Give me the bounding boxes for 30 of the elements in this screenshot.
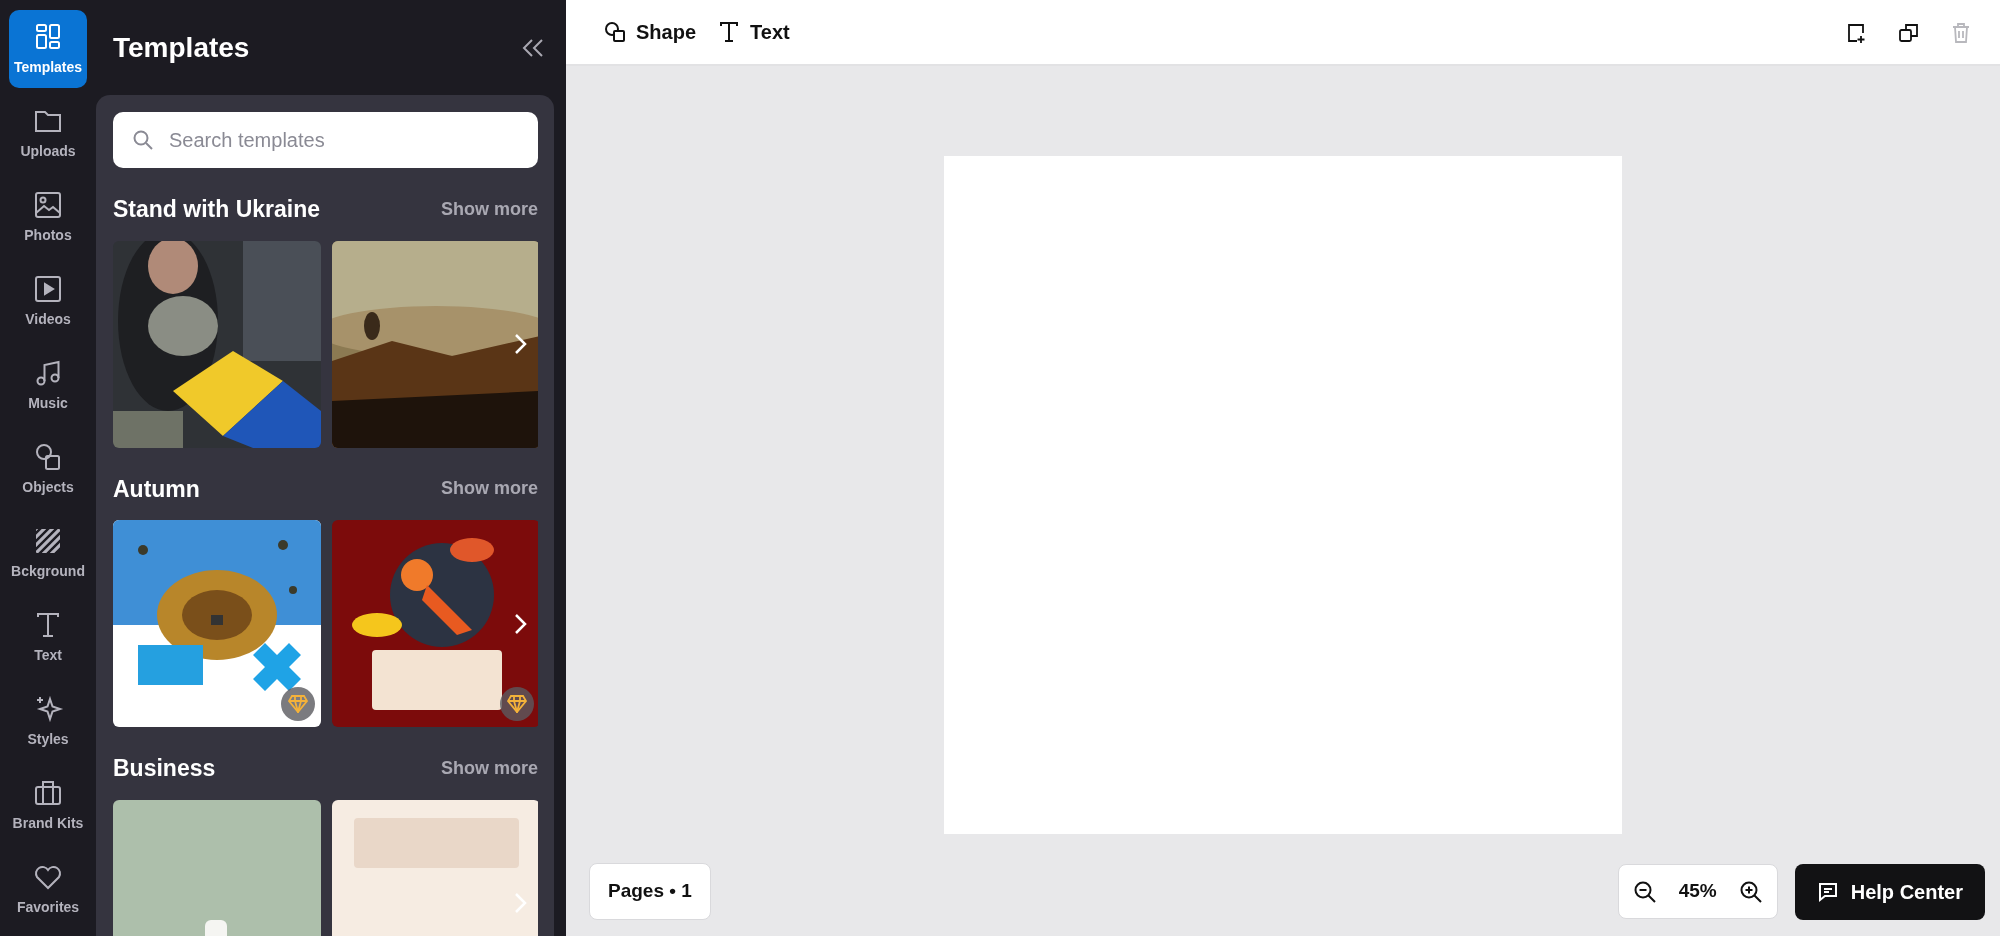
sidebar-tab[interactable]: Templates: [9, 10, 87, 88]
sidebar-tab[interactable]: Favorites: [9, 850, 87, 928]
show-more-link[interactable]: Show more: [441, 754, 538, 782]
search-icon: [133, 130, 153, 150]
help-center-button[interactable]: Help Center: [1794, 863, 1985, 920]
sidebar-tab[interactable]: Uploads: [9, 94, 87, 172]
text-icon: [718, 21, 741, 43]
sidebar-tab[interactable]: Bckground: [9, 514, 87, 592]
show-more-link[interactable]: Show more: [441, 475, 538, 503]
section-title: Business: [113, 754, 216, 783]
sidebar-tab[interactable]: Objects: [9, 430, 87, 508]
sidebar-tab[interactable]: Music: [9, 346, 87, 424]
sidebar-tab[interactable]: Brand Kits: [9, 766, 87, 844]
section-title: Autumn: [113, 474, 200, 504]
sidebar-tab[interactable]: Videos: [9, 262, 87, 340]
shapes-icon: [604, 21, 626, 43]
chat-icon: [1816, 880, 1839, 903]
pages-button[interactable]: Pages • 1: [589, 863, 711, 920]
zoom-level: 45%: [1678, 879, 1717, 904]
shape-button[interactable]: Shape: [604, 13, 697, 51]
show-more-link[interactable]: Show more: [441, 195, 538, 223]
sidebar-tab[interactable]: Styles: [9, 682, 87, 760]
zoom-in-icon[interactable]: [1738, 879, 1763, 904]
text-button[interactable]: Text: [718, 13, 790, 51]
section-title: Stand with Ukraine: [113, 195, 321, 224]
sidebar-tab[interactable]: Photos: [9, 178, 87, 256]
zoom-out-icon[interactable]: [1632, 879, 1657, 904]
sidebar-tab[interactable]: Text: [9, 598, 87, 676]
search-field[interactable]: Search templates: [113, 112, 538, 168]
panel-title: Templates: [113, 30, 250, 65]
